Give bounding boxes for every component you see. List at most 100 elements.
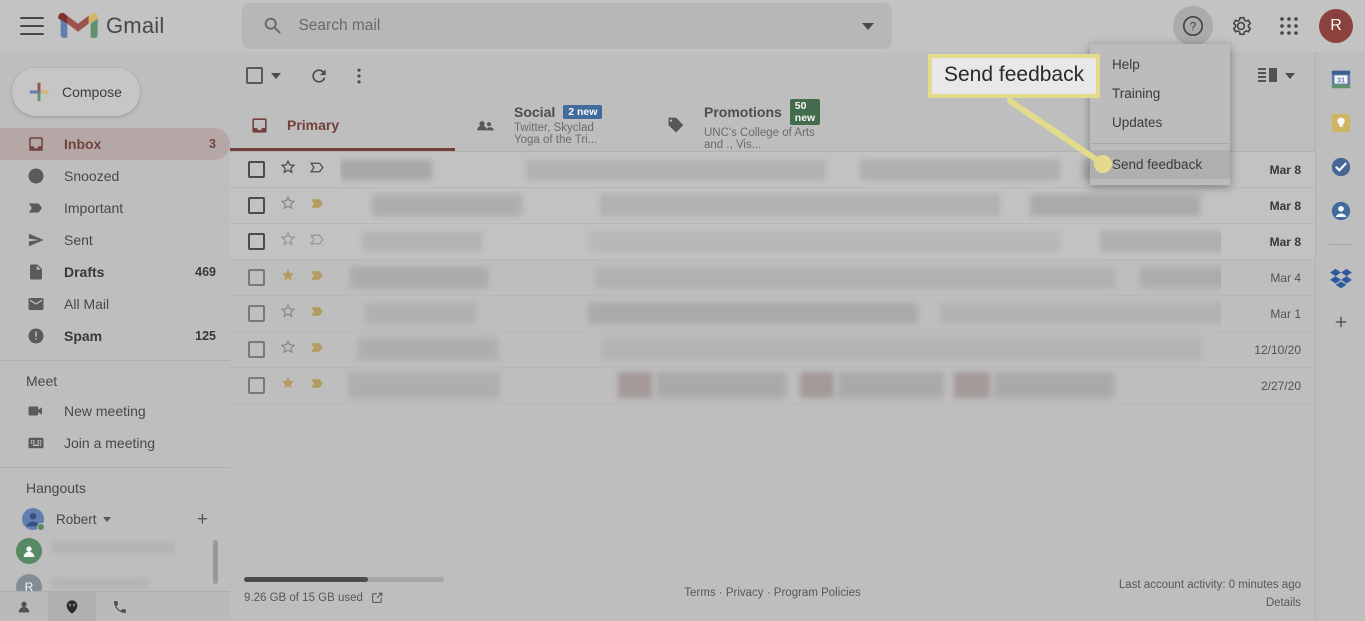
compose-label: Compose [62,84,122,100]
redacted-text [52,578,148,589]
google-apps-button[interactable] [1269,6,1309,46]
redacted-content [340,260,1221,296]
gmail-logo[interactable]: Gmail [58,11,164,41]
redacted-content [340,188,1221,224]
details-link[interactable]: Details [1119,597,1301,609]
list-item[interactable] [0,538,230,574]
nav-list: Inbox 3 Snoozed Important Sent Drafts 46… [0,128,230,352]
storage-bar-track [244,577,444,582]
row-checkbox[interactable] [248,197,265,214]
row-date: Mar 4 [1270,270,1301,285]
table-row[interactable]: 12/10/20 [230,332,1315,368]
sidebar-item-new-meeting[interactable]: New meeting [0,395,230,427]
sidebar-item-join-meeting[interactable]: Join a meeting [0,427,230,459]
checkbox-icon [246,67,263,84]
sidebar-item-spam[interactable]: Spam 125 [0,320,230,352]
sidebar-item-inbox[interactable]: Inbox 3 [0,128,230,160]
compose-button[interactable]: Compose [12,68,140,116]
menu-item-updates[interactable]: Updates [1090,108,1230,137]
separator: · [766,587,771,599]
important-marker-icon[interactable] [309,159,326,181]
table-row[interactable]: Mar 8 [230,188,1315,224]
hamburger-icon[interactable] [20,17,44,35]
star-icon[interactable] [279,374,297,397]
menu-item-send-feedback[interactable]: Send feedback [1090,150,1230,179]
row-checkbox[interactable] [248,377,265,394]
contact-list-scrollbar[interactable] [213,540,218,584]
table-row[interactable]: Mar 4 [230,260,1315,296]
clock-icon [26,166,46,186]
star-icon[interactable] [279,302,297,325]
important-marker-icon[interactable] [309,195,326,217]
star-icon[interactable] [279,158,297,181]
split-view-button[interactable] [1252,61,1301,90]
keep-icon[interactable] [1330,112,1352,134]
tab-social[interactable]: Social 2 new Twitter, Skyclad Yoga of th… [455,99,645,151]
refresh-button[interactable] [301,58,337,94]
important-marker-icon[interactable] [309,231,326,253]
terms-link[interactable]: Terms [684,587,715,599]
sidebar-item-important[interactable]: Important [0,192,230,224]
chevron-down-icon[interactable] [102,516,111,522]
important-marker-icon[interactable] [309,339,326,361]
important-marker-icon[interactable] [309,303,326,325]
add-app-icon[interactable] [1330,311,1352,333]
external-link-icon[interactable] [371,591,384,604]
redacted-content [340,152,1221,188]
sidebar-item-drafts[interactable]: Drafts 469 [0,256,230,288]
phone-tab[interactable] [96,592,144,621]
hangouts-user[interactable]: Robert + [0,502,230,536]
people-icon [475,115,496,136]
row-checkbox[interactable] [248,269,265,286]
more-options-button[interactable] [341,58,377,94]
row-checkbox[interactable] [248,233,265,250]
row-checkbox[interactable] [248,305,265,322]
important-icon [26,198,46,218]
last-activity-text: Last account activity: 0 minutes ago [1118,579,1301,591]
sidebar-item-snoozed[interactable]: Snoozed [0,160,230,192]
tasks-icon[interactable] [1330,156,1352,178]
help-dropdown-menu: Help Training Updates Send feedback [1090,44,1230,185]
sidebar-item-sent[interactable]: Sent [0,224,230,256]
search-bar[interactable] [242,3,893,49]
gmail-window: Gmail ? [0,0,1365,621]
storage-bar-fill [244,577,368,582]
hangouts-chat-tab[interactable] [48,591,96,621]
contacts-tab[interactable] [0,592,48,621]
redacted-text [52,542,174,553]
tab-primary[interactable]: Primary [230,99,455,151]
sidebar-item-all-mail[interactable]: All Mail [0,288,230,320]
avatar[interactable]: R [1319,9,1353,43]
dropbox-icon[interactable] [1329,267,1352,289]
redacted-content [340,224,1221,260]
star-icon[interactable] [279,194,297,217]
table-row[interactable]: Mar 1 [230,296,1315,332]
program-policies-link[interactable]: Program Policies [774,587,861,599]
contacts-icon[interactable] [1330,200,1352,222]
tab-promotions[interactable]: Promotions 50 new UNC's College of Arts … [645,99,845,151]
callout-label: Send feedback [928,54,1101,98]
menu-item-training[interactable]: Training [1090,79,1230,108]
calendar-icon[interactable]: 31 [1330,68,1352,90]
star-icon[interactable] [279,230,297,253]
important-marker-icon[interactable] [309,375,326,397]
divider [0,360,230,361]
star-icon[interactable] [279,338,297,361]
help-button[interactable]: ? [1173,6,1213,46]
online-status-dot [37,523,45,531]
settings-button[interactable] [1221,6,1261,46]
select-all-button[interactable] [244,67,283,84]
row-checkbox[interactable] [248,161,265,178]
menu-item-help[interactable]: Help [1090,50,1230,79]
table-row[interactable]: Mar 8 [230,224,1315,260]
add-contact-icon[interactable]: + [197,510,208,529]
star-icon[interactable] [279,266,297,289]
search-options-icon[interactable] [862,22,875,30]
table-row[interactable]: 2/27/20 [230,368,1315,404]
redacted-content [340,368,1221,404]
row-date: Mar 8 [1269,198,1301,213]
important-marker-icon[interactable] [309,267,326,289]
search-input[interactable] [298,17,863,35]
privacy-link[interactable]: Privacy [726,587,764,599]
row-checkbox[interactable] [248,341,265,358]
